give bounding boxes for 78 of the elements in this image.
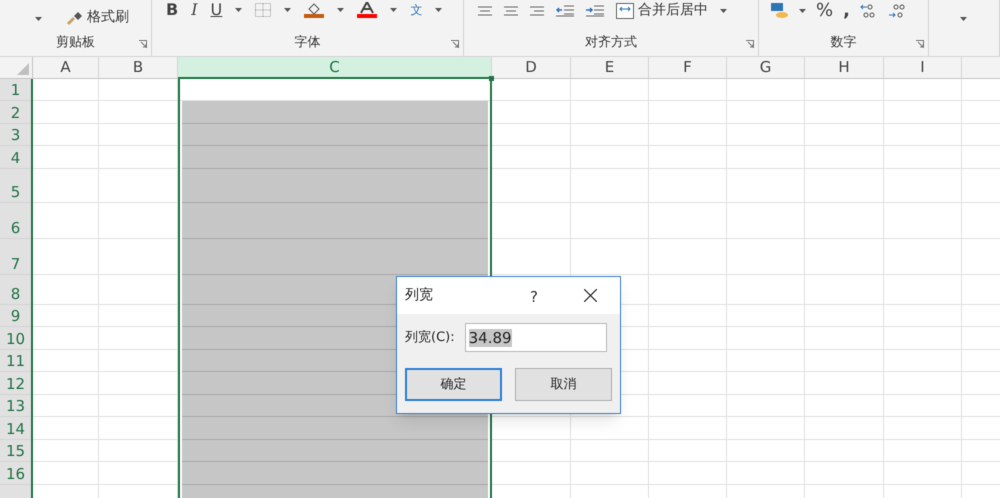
align-right-icon[interactable] <box>530 6 544 16</box>
brush-icon <box>67 10 83 24</box>
dialog-launcher-icon[interactable] <box>451 40 459 48</box>
phonetic-button[interactable]: 文 <box>410 1 422 19</box>
help-button[interactable]: ? <box>530 286 538 308</box>
dialog-button[interactable]: 确定 <box>405 368 502 401</box>
caret-icon[interactable] <box>960 17 967 21</box>
row-header[interactable]: 3 <box>0 124 31 146</box>
row-header[interactable]: 2 <box>0 101 31 124</box>
comma-button[interactable]: , <box>843 0 850 24</box>
fill-bucket-icon[interactable] <box>304 2 324 18</box>
column-header[interactable]: E <box>571 57 649 79</box>
group-label: 数字 <box>830 35 856 50</box>
caret-icon[interactable] <box>35 17 42 21</box>
font-color-icon[interactable] <box>357 2 378 18</box>
decrease-indent-icon[interactable] <box>556 4 574 16</box>
caret-icon[interactable] <box>720 8 727 12</box>
selected-cell[interactable] <box>182 146 488 169</box>
row-header[interactable]: 5 <box>0 169 31 203</box>
row-header[interactable]: 10 <box>0 327 31 350</box>
bold-button[interactable]: B <box>166 0 178 22</box>
decrease-decimal-icon[interactable] <box>888 2 906 18</box>
row-header[interactable]: 15 <box>0 440 31 462</box>
fill-handle[interactable] <box>489 76 494 81</box>
merge-cells-icon <box>616 2 634 18</box>
row-header[interactable]: 1 <box>0 79 31 101</box>
caret-icon[interactable] <box>235 8 242 12</box>
row-header[interactable]: 8 <box>0 275 31 305</box>
caret-icon[interactable] <box>435 8 442 12</box>
field-label: 列宽(C): <box>405 328 455 347</box>
selected-cell[interactable] <box>182 462 488 485</box>
column-header[interactable]: H <box>805 57 884 79</box>
increase-indent-icon[interactable] <box>586 4 604 16</box>
merge-center-button[interactable]: 合并后居中 <box>616 0 708 21</box>
dialog-launcher-icon[interactable] <box>746 40 754 48</box>
column-header[interactable]: C <box>178 57 492 79</box>
row-header[interactable]: 11 <box>0 350 31 372</box>
row-header[interactable]: 6 <box>0 203 31 239</box>
align-center-icon[interactable] <box>504 6 518 16</box>
caret-icon[interactable] <box>284 8 292 12</box>
italic-button[interactable]: I <box>191 0 198 22</box>
currency-icon[interactable] <box>771 2 789 18</box>
selected-cell[interactable] <box>182 417 488 440</box>
column-header[interactable]: G <box>727 57 805 79</box>
selected-cell[interactable] <box>182 169 488 203</box>
row-header[interactable]: 7 <box>0 239 31 275</box>
dialog-launcher-icon[interactable] <box>139 40 147 48</box>
triangle-icon <box>17 63 29 75</box>
align-center-icon[interactable] <box>478 6 492 16</box>
format-painter-button[interactable]: 格式刷 <box>67 7 129 28</box>
row-header[interactable]: 13 <box>0 395 31 417</box>
group-label: 字体 <box>294 35 320 50</box>
selected-cell[interactable] <box>182 239 488 275</box>
selected-cell[interactable] <box>182 440 488 462</box>
group-label: 剪贴板 <box>56 35 95 50</box>
caret-icon[interactable] <box>337 8 344 12</box>
selected-cell[interactable] <box>182 203 488 239</box>
close-icon[interactable] <box>584 289 597 302</box>
selected-cell[interactable] <box>182 101 488 124</box>
selected-cell[interactable] <box>182 124 488 146</box>
caret-icon[interactable] <box>799 8 806 12</box>
row-header[interactable]: 16 <box>0 462 31 485</box>
underline-button[interactable]: U <box>210 0 222 22</box>
column-header[interactable]: F <box>649 57 727 79</box>
row-header[interactable]: 14 <box>0 417 31 440</box>
group-label: 对齐方式 <box>585 35 637 50</box>
row-header[interactable]: 12 <box>0 372 31 395</box>
row-header[interactable]: 9 <box>0 305 31 327</box>
dialog-button[interactable]: 取消 <box>515 368 612 401</box>
column-width-field[interactable]: 34.89 <box>464 323 607 352</box>
dialog-title: 列宽 <box>405 286 433 305</box>
column-header[interactable]: I <box>884 57 962 79</box>
caret-icon[interactable] <box>390 8 398 12</box>
percent-button[interactable]: % <box>816 0 834 24</box>
borders-icon[interactable] <box>255 3 272 17</box>
dialog-launcher-icon[interactable] <box>916 40 924 48</box>
row-header[interactable]: 4 <box>0 146 31 169</box>
column-header[interactable]: A <box>33 57 99 79</box>
